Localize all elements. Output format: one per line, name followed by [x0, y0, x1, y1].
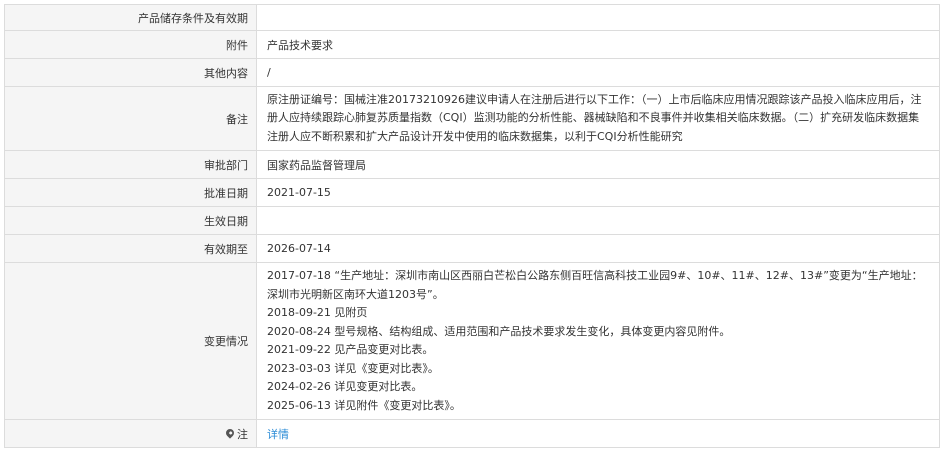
row-note: 注 详情 [5, 420, 940, 448]
row-approval-date: 批准日期 2021-07-15 [5, 179, 940, 207]
value-remarks: 原注册证编号：国械注准20173210926建议申请人在注册后进行以下工作：（一… [257, 87, 940, 150]
label-valid-until: 有效期至 [5, 235, 257, 262]
change-entry: 2024-02-26 详见变更对比表。 [267, 380, 423, 393]
row-effective-date: 生效日期 [5, 207, 940, 235]
change-entry: 2021-09-22 见产品变更对比表。 [267, 343, 434, 356]
note-label: 注 [237, 427, 248, 441]
value-other: / [257, 59, 940, 86]
change-entry: 2018-09-21 见附页 [267, 306, 368, 319]
row-storage: 产品储存条件及有效期 [5, 5, 940, 31]
value-changes: 2017-07-18 “生产地址：深圳市南山区西丽白芒松白公路东侧百旺信高科技工… [257, 263, 940, 419]
label-note: 注 [5, 420, 257, 447]
change-entry: 2023-03-03 详见《变更对比表》。 [267, 361, 439, 375]
label-approval-date: 批准日期 [5, 179, 257, 206]
value-department: 国家药品监督管理局 [257, 151, 940, 178]
label-department: 审批部门 [5, 151, 257, 178]
details-link[interactable]: 详情 [267, 426, 289, 442]
row-other: 其他内容 / [5, 59, 940, 87]
product-info-table: 产品储存条件及有效期 附件 产品技术要求 其他内容 / 备注 原注册证编号：国械… [4, 4, 940, 448]
row-remarks: 备注 原注册证编号：国械注准20173210926建议申请人在注册后进行以下工作… [5, 87, 940, 151]
value-effective-date [257, 207, 940, 234]
change-entry: 2017-07-18 “生产地址：深圳市南山区西丽白芒松白公路东侧百旺信高科技工… [267, 269, 923, 301]
row-department: 审批部门 国家药品监督管理局 [5, 151, 940, 179]
label-effective-date: 生效日期 [5, 207, 257, 234]
row-changes: 变更情况 2017-07-18 “生产地址：深圳市南山区西丽白芒松白公路东侧百旺… [5, 263, 940, 420]
label-changes: 变更情况 [5, 263, 257, 419]
label-remarks: 备注 [5, 87, 257, 150]
value-approval-date: 2021-07-15 [257, 179, 940, 206]
label-other: 其他内容 [5, 59, 257, 86]
value-attachment: 产品技术要求 [257, 31, 940, 58]
change-entry: 2025-06-13 详见附件《变更对比表》。 [267, 398, 461, 412]
label-attachment: 附件 [5, 31, 257, 58]
row-attachment: 附件 产品技术要求 [5, 31, 940, 59]
value-note: 详情 [257, 420, 940, 447]
change-entry: 2020-08-24 型号规格、结构组成、适用范围和产品技术要求发生变化，具体变… [267, 324, 731, 338]
label-storage: 产品储存条件及有效期 [5, 5, 257, 30]
row-valid-until: 有效期至 2026-07-14 [5, 235, 940, 263]
location-pin-icon [224, 426, 236, 439]
value-storage [257, 5, 940, 30]
value-valid-until: 2026-07-14 [257, 235, 940, 262]
